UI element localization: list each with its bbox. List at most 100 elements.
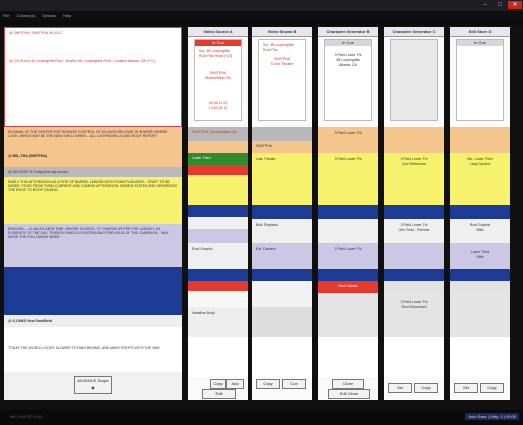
- row[interactable]: 3 Field Lower Thi Roof Monument: [384, 293, 444, 337]
- row[interactable]: Roof Marker: [318, 281, 378, 293]
- row[interactable]: [318, 219, 378, 243]
- cue-card[interactable]: [390, 39, 438, 121]
- row[interactable]: [384, 175, 444, 205]
- row[interactable]: Lower Third Stills: [450, 243, 510, 269]
- row[interactable]: [450, 175, 510, 205]
- story-link-1[interactable]: @ BSL-THA (SWITPHA): [6, 153, 180, 159]
- story-lavender-block[interactable]: ENGLISH — 11 AM ATLANTA TIME, WHOSE COUN…: [4, 224, 182, 267]
- maximize-button[interactable]: □: [493, 1, 507, 9]
- cue-card[interactable]: Src: 3B Loopinghills Roof Pan SWITPHA To…: [258, 39, 306, 121]
- row[interactable]: [188, 337, 248, 377]
- row[interactable]: Roof Graphic Stills: [450, 219, 510, 243]
- row[interactable]: Roof Graphic: [188, 243, 248, 269]
- column-title: Video Shows: [267, 29, 293, 34]
- column-header[interactable]: Video Shows B: [252, 27, 312, 37]
- row-label: SWITPHA | Stories/Meta Gfx: [192, 130, 237, 134]
- story-slug: @ SWITPHA / SWITPHA 05:43:17: [9, 31, 63, 35]
- story-peach-block[interactable]: IN KAMAL AT THE CENTER FOR DISEASE CONTR…: [4, 127, 182, 167]
- story-header-block[interactable]: @ SWITPHA / SWITPHA 05:43:17 @ (76.26 km…: [4, 27, 182, 127]
- row[interactable]: 3 Field Lower Thi Cool Reference: [384, 153, 444, 175]
- minimize-button[interactable]: –: [478, 1, 492, 9]
- advance-button[interactable]: ADVANCE Scope ◉: [74, 376, 112, 394]
- copy-button[interactable]: Copy: [480, 383, 504, 393]
- cue-button[interactable]: Cue: [282, 379, 306, 389]
- title-bar: – □ ✕: [0, 0, 523, 11]
- menu-columns[interactable]: Column(s): [17, 13, 35, 18]
- row[interactable]: [188, 281, 248, 291]
- copy-button[interactable]: Copy: [414, 383, 438, 393]
- row[interactable]: [384, 243, 444, 269]
- row[interactable]: [318, 175, 378, 205]
- row[interactable]: [450, 337, 510, 377]
- row[interactable]: [318, 205, 378, 219]
- column-header[interactable]: Character Generator C: [384, 27, 444, 37]
- row[interactable]: [188, 205, 248, 217]
- row[interactable]: [384, 337, 444, 377]
- row[interactable]: SWITPHA | Stories/Meta Gfx: [188, 127, 248, 141]
- story-text-2: @ SU ROOF IS Friday first day locked: [8, 170, 68, 174]
- edit-button[interactable]: Edit: [202, 389, 236, 399]
- cue-card[interactable]: In Cue 3 Field Lower Thi 3B Loopinghills…: [324, 39, 372, 121]
- cue-card[interactable]: In Cue Src: 3B Loopinghills Roof Pan Hea…: [194, 39, 242, 121]
- menu-options[interactable]: Options: [42, 13, 56, 18]
- row[interactable]: 2 Field Lower Thi: [318, 243, 378, 269]
- row-label: Cool Reference: [401, 162, 427, 166]
- copy-button[interactable]: Copy: [210, 379, 226, 389]
- row[interactable]: [384, 205, 444, 219]
- row[interactable]: [252, 127, 312, 141]
- story-navy-block[interactable]: [4, 267, 182, 315]
- row[interactable]: Headline Body: [188, 307, 248, 337]
- menu-file[interactable]: File: [3, 13, 9, 18]
- row[interactable]: [384, 269, 444, 281]
- row[interactable]: [450, 127, 510, 153]
- column-header[interactable]: Character Generator B: [318, 27, 378, 37]
- row[interactable]: Ext. Camera: [252, 243, 312, 269]
- row[interactable]: [188, 165, 248, 175]
- row[interactable]: [318, 293, 378, 337]
- close-button[interactable]: ✕: [508, 1, 522, 9]
- row[interactable]: [252, 281, 312, 307]
- row[interactable]: [252, 307, 312, 337]
- row[interactable]: Late Theater: [252, 153, 312, 175]
- row[interactable]: [188, 269, 248, 281]
- row[interactable]: [252, 175, 312, 205]
- story-text-4: ENGLISH — 11 AM ATLANTA TIME, WHOSE COUN…: [8, 227, 169, 240]
- row[interactable]: Bulk Playback: [252, 219, 312, 243]
- story-link-2[interactable]: @ S-LINKS New Smallfield: [6, 318, 180, 324]
- cue-card[interactable]: In Cue: [456, 39, 504, 121]
- row[interactable]: [252, 337, 312, 377]
- story-white-block[interactable]: TODAY THE WORLD LOOKS SLOWER TO RAIN BEH…: [4, 327, 182, 372]
- edit-clone-button[interactable]: Edit Clone: [328, 389, 370, 399]
- copy-button[interactable]: Copy: [256, 379, 280, 389]
- menu-help[interactable]: Help: [63, 13, 71, 18]
- row[interactable]: 3 Field Lower Thi Gen Feed - Remote: [384, 219, 444, 243]
- set-button[interactable]: Set: [388, 383, 412, 393]
- row[interactable]: [450, 281, 510, 293]
- row[interactable]: [188, 291, 248, 307]
- clone-button[interactable]: Clone: [332, 379, 364, 389]
- column-header[interactable]: Video Source A: [188, 27, 248, 37]
- row[interactable]: [450, 205, 510, 219]
- row[interactable]: [318, 337, 378, 377]
- story-yellow-block[interactable]: EARLY THIS AFTERNOON AS A FIRE OF BARREL…: [4, 177, 182, 224]
- set-button[interactable]: Set: [454, 383, 478, 393]
- row[interactable]: [252, 269, 312, 281]
- row[interactable]: [188, 141, 248, 153]
- story-link-block[interactable]: @ S-LINKS New Smallfield: [4, 315, 182, 327]
- row[interactable]: [318, 269, 378, 281]
- row[interactable]: [252, 205, 312, 219]
- row[interactable]: [384, 281, 444, 293]
- add-button[interactable]: Add: [226, 379, 244, 389]
- row[interactable]: [450, 269, 510, 281]
- row[interactable]: 3 Field Lower Thi: [318, 127, 378, 153]
- row[interactable]: [450, 293, 510, 337]
- row[interactable]: SWITPHA: [252, 141, 312, 153]
- row[interactable]: [188, 217, 248, 229]
- column-header[interactable]: Still Store D: [450, 27, 510, 37]
- row[interactable]: Lower Third: [188, 153, 248, 165]
- row[interactable]: [188, 175, 248, 205]
- row[interactable]: Mo. Lower Third Lady Symbol: [450, 153, 510, 175]
- row[interactable]: [384, 127, 444, 153]
- row[interactable]: 3 Field Lower Thi: [318, 153, 378, 175]
- row[interactable]: [188, 229, 248, 243]
